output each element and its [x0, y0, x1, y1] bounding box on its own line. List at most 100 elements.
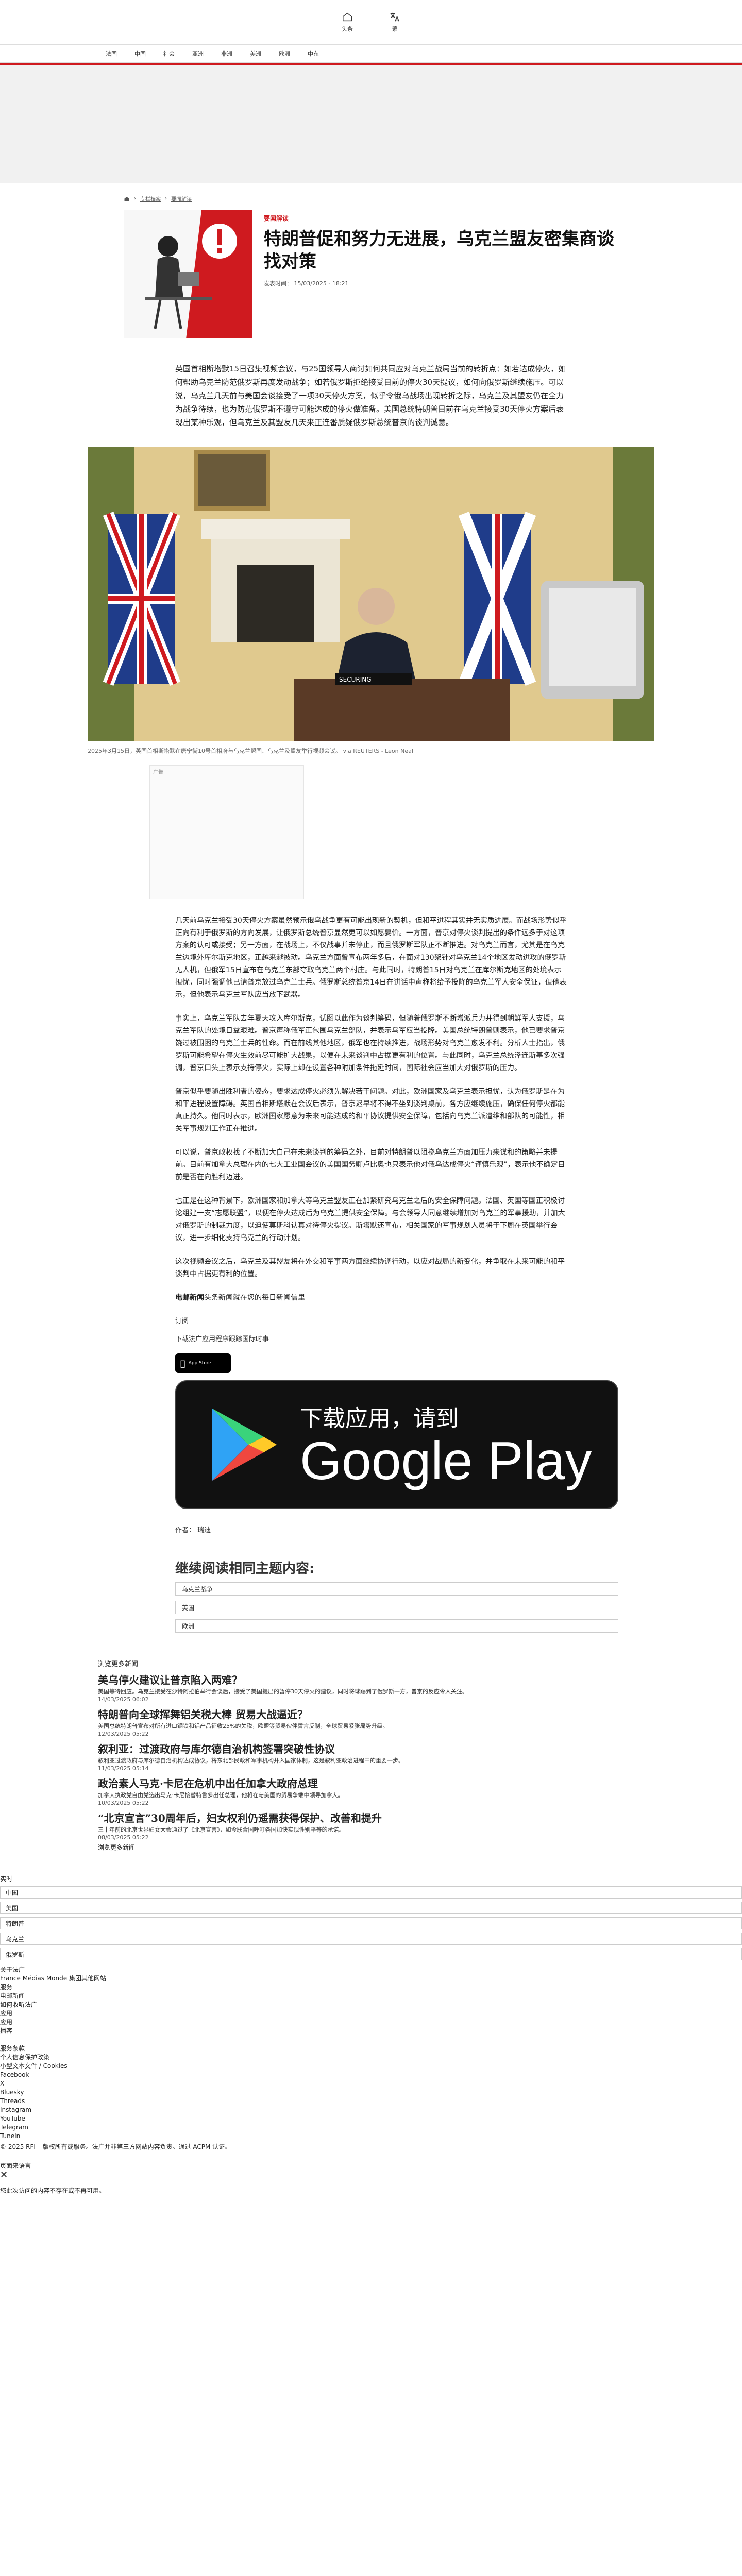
now-label: 实时 — [0, 1875, 13, 1883]
footer-topic-row[interactable]: 中国 — [0, 1886, 742, 1899]
article-photo: SECURING — [88, 447, 654, 741]
related-topic-chip[interactable]: 英国 — [175, 1601, 618, 1614]
news-summary: 叙利亚过渡政府与库尔德自治机构达成协议，将东北部民政和军事机构并入国家体制，这是… — [98, 1757, 404, 1764]
footer-link[interactable]: 关于法广 — [0, 1966, 25, 1973]
more-news: 浏览更多新闻 美乌停火建议让普京陷入两难？ 美国等待回应。乌克兰接受在沙特阿拉伯… — [0, 1658, 742, 1852]
photo-caption: 2025年3月15日，英国首相斯塔默在唐宁街10号首相府与乌克兰盟国、乌克兰及盟… — [88, 748, 413, 754]
footer-link[interactable]: 个人信息保护政策 — [0, 2054, 49, 2061]
footer-link[interactable]: 小型文本文件 / Cookies — [0, 2062, 68, 2070]
column-illustration — [124, 210, 252, 338]
news-title[interactable]: 特朗普向全球挥舞铝关税大棒 贸易大战逼近？ — [98, 1708, 644, 1721]
breadcrumb-analysis[interactable]: 要闻解读 — [171, 195, 192, 202]
related-topic-chip[interactable]: 欧洲 — [175, 1619, 618, 1633]
footer-link[interactable]: France Médias Monde 集团其他网站 — [0, 1975, 106, 1982]
tunein-link[interactable]: TuneIn — [0, 2132, 20, 2140]
body-paragraph: 几天前乌克兰接受30天停火方案虽然预示俄乌战争更有可能出现新的契机，但和平进程其… — [175, 917, 567, 999]
footer-topic-row[interactable]: 特朗普 — [0, 1917, 742, 1929]
newsletter-text: 头条新闻就在您的每日新闻信里 — [204, 1294, 305, 1302]
publish-date: 发表时间： 15/03/2025 - 18:21 — [264, 280, 349, 287]
footer-link[interactable]: 服务条款 — [0, 2045, 25, 2052]
footer-topic-row[interactable]: 俄罗斯 — [0, 1948, 742, 1960]
nav-china[interactable]: 中国 — [134, 49, 146, 58]
article-lede: 英国首相斯塔默15日召集视频会议，与25国领导人商讨如何共同应对乌克兰战局当前的… — [175, 364, 566, 427]
news-date: 14/03/2025 06:02 — [98, 1696, 149, 1703]
nav-middle-east[interactable]: 中东 — [308, 49, 319, 58]
news-summary: 美国等待回应。乌克兰接受在沙特阿拉伯举行会谈后，接受了美国提出的暂停30天停火的… — [98, 1688, 468, 1695]
news-title[interactable]: 政治素人马克·卡尼在危机中出任加拿大政府总理 — [98, 1777, 644, 1790]
news-item[interactable]: 政治素人马克·卡尼在危机中出任加拿大政府总理 加拿大执政党自由党选出马克·卡尼接… — [98, 1777, 644, 1806]
nav-asia[interactable]: 亚洲 — [192, 49, 204, 58]
home-icon[interactable] — [124, 196, 130, 202]
subscribe-section: 订阅 下载法广应用程序跟踪国际时事  App Store 下载应用，请到 Go… — [175, 1315, 618, 1633]
x-link[interactable]: X — [0, 2080, 4, 2087]
news-item[interactable]: 叙利亚：过渡政府与库尔德自治机构签署突破性协议 叙利亚过渡政府与库尔德自治机构达… — [98, 1742, 644, 1772]
footer-topic-row[interactable]: 乌克兰 — [0, 1933, 742, 1945]
ad-banner — [0, 65, 742, 183]
news-summary: 三十年前的北京世界妇女大会通过了《北京宣言》，如今联合国呼吁各国加快实现性别平等… — [98, 1826, 345, 1833]
news-item[interactable]: 美乌停火建议让普京陷入两难？ 美国等待回应。乌克兰接受在沙特阿拉伯举行会谈后，接… — [98, 1673, 644, 1703]
footer-topic-row[interactable]: 美国 — [0, 1902, 742, 1914]
copyright: © 2025 RFI – 版权所有或服务。法广并非第三方网站内容负责。通过 AC… — [0, 2143, 231, 2150]
home-button[interactable]: 头条 — [342, 11, 353, 33]
news-title[interactable]: 叙利亚：过渡政府与库尔德自治机构签署突破性协议 — [98, 1742, 644, 1756]
translate-icon — [390, 12, 399, 22]
google-play-banner[interactable]: 下载应用，请到 Google Play — [175, 1380, 618, 1509]
home-icon — [343, 12, 352, 22]
footer-link[interactable]: 应用 — [0, 2019, 12, 2026]
news-date: 12/03/2025 05:22 — [98, 1731, 149, 1737]
news-summary: 加拿大执政党自由党选出马克·卡尼接替特鲁多出任总理，他将在与美国的贸易争端中领导… — [98, 1792, 344, 1799]
app-store-button[interactable]:  App Store — [175, 1353, 231, 1373]
footer-link[interactable]: 播客 — [0, 2027, 12, 2035]
news-summary: 美国总统特朗普宣布对所有进口钢铁和铝产品征收25%的关税，欧盟等贸易伙伴誓言反制… — [98, 1723, 389, 1730]
news-item[interactable]: 特朗普向全球挥舞铝关税大棒 贸易大战逼近？ 美国总统特朗普宣布对所有进口钢铁和铝… — [98, 1708, 644, 1737]
section-nav: 法国 中国 社会 亚洲 非洲 美洲 欧洲 中东 — [0, 44, 742, 63]
related-title: 继续阅读相同主题内容: — [175, 1561, 315, 1577]
apple-icon:  — [180, 1359, 185, 1368]
footer-link[interactable]: 服务 — [0, 1984, 12, 1991]
related-topic-chip[interactable]: 乌克兰战争 — [175, 1582, 618, 1596]
footer-link[interactable]: 电邮新闻 — [0, 1992, 25, 1999]
ad-label: 广告 — [153, 770, 163, 775]
bluesky-link[interactable]: Bluesky — [0, 2089, 24, 2096]
top-bar: 头条 繁 — [0, 0, 742, 44]
threads-link[interactable]: Threads — [0, 2097, 25, 2105]
breadcrumb: › 专栏档案 › 要闻解读 — [124, 195, 618, 202]
ad-slot: 广告 — [149, 765, 304, 899]
article-header: 要闻解读 特朗普促和努力无进展，乌克兰盟友密集商谈找对策 发表时间： 15/03… — [124, 210, 618, 338]
subscribe-link[interactable]: 订阅 — [175, 1315, 567, 1325]
footer-link[interactable]: 应用 — [0, 2010, 12, 2017]
more-news-link[interactable]: 浏览更多新闻 — [98, 1843, 644, 1852]
article-kicker[interactable]: 要闻解读 — [264, 214, 614, 223]
close-icon[interactable]: ✕ — [0, 2171, 742, 2180]
nav-europe[interactable]: 欧洲 — [279, 49, 290, 58]
google-play-line1: 下载应用，请到 — [300, 1405, 459, 1432]
breadcrumb-archive[interactable]: 专栏档案 — [140, 195, 161, 202]
language-button[interactable]: 繁 — [389, 11, 400, 33]
body-paragraph: 普京似乎要随出胜利者的姿态，要求达成停火必须先解决若干问题。对此，欧洲国家及乌克… — [175, 1088, 565, 1133]
download-text: 下载法广应用程序跟踪国际时事 — [175, 1335, 269, 1343]
footer-link[interactable]: 如何收听法广 — [0, 2001, 37, 2008]
nav-africa[interactable]: 非洲 — [221, 49, 232, 58]
body-paragraph: 也正是在这种背景下，欧洲国家和加拿大等乌克兰盟友正在加紧研究乌克兰之后的安全保障… — [175, 1197, 565, 1242]
article-body: 几天前乌克兰接受30天停火方案虽然预示俄乌战争更有可能出现新的契机，但和平进程其… — [175, 914, 567, 1304]
photo-sign: SECURING — [339, 676, 372, 683]
youtube-link[interactable]: YouTube — [0, 2115, 25, 2122]
news-title[interactable]: 美乌停火建议让普京陷入两难？ — [98, 1673, 644, 1687]
body-paragraph: 事实上，乌克兰军队去年夏天攻入库尔斯克，试图以此作为谈判筹码，但随着俄罗斯不断增… — [175, 1014, 565, 1072]
body-paragraph: 可以说，普京政权找了不断加大自己在未来谈判的筹码之外，目前对特朗普以阻挠乌克兰方… — [175, 1148, 565, 1181]
footer-links: 关于法广 France Médias Monde 集团其他网站 服务 电邮新闻 … — [0, 1965, 742, 2195]
nav-france[interactable]: 法国 — [106, 49, 117, 58]
google-play-icon — [212, 1409, 277, 1481]
instagram-link[interactable]: Instagram — [0, 2106, 31, 2113]
article-title: 特朗普促和努力无进展，乌克兰盟友密集商谈找对策 — [264, 229, 614, 272]
nav-society[interactable]: 社会 — [163, 49, 175, 58]
nav-americas[interactable]: 美洲 — [250, 49, 261, 58]
footer-note: 您此次访问的内容不存在或不再可用。 — [0, 2187, 106, 2194]
news-item[interactable]: “北京宣言”30周年后，妇女权利仍遥需获得保护、改善和提升 三十年前的北京世界妇… — [98, 1811, 644, 1841]
news-title[interactable]: “北京宣言”30周年后，妇女权利仍遥需获得保护、改善和提升 — [98, 1811, 644, 1825]
language-label: 页面来语言 — [0, 2162, 31, 2170]
facebook-link[interactable]: Facebook — [0, 2071, 29, 2078]
more-news-label: 浏览更多新闻 — [98, 1660, 139, 1668]
body-paragraph: 这次视频会议之后，乌克兰及其盟友将在外交和军事两方面继续协调行动，以应对战局的新… — [175, 1258, 565, 1278]
telegram-link[interactable]: Telegram — [0, 2124, 28, 2131]
